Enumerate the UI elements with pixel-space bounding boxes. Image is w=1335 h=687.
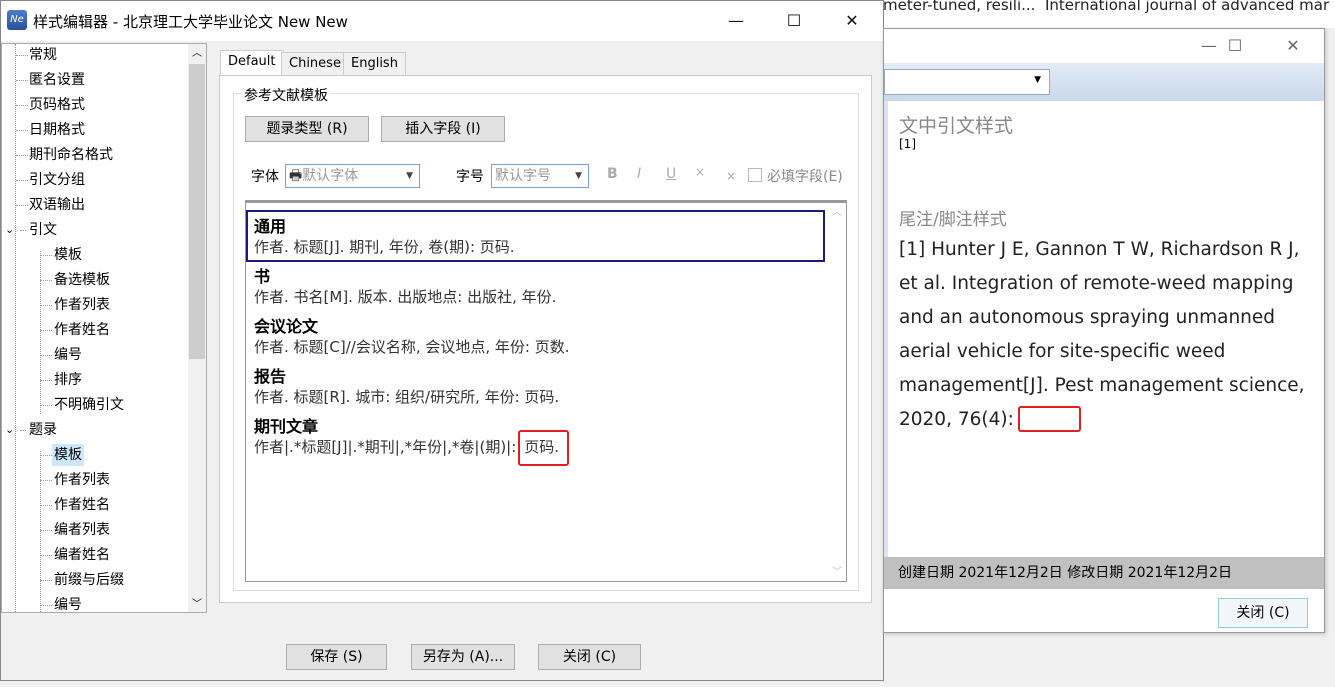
close-window-button[interactable]: ✕ <box>1264 29 1322 63</box>
font-value: 默认字体 <box>302 168 359 184</box>
tree-item[interactable]: 引文 <box>27 219 59 241</box>
window-title: 样式编辑器 - 北京理工大学毕业论文 New New <box>33 13 348 31</box>
save-button[interactable]: 保存 (S) <box>286 644 387 670</box>
settings-tree: ︿ ﹀ 常规 匿名设置 页码格式 日期格式 期刊命名格式 引文分组 双语输出 ⌄ 引文 模板 备选模板作… <box>1 43 207 613</box>
tab-chinese[interactable]: Chinese <box>281 52 349 76</box>
background-text: International journal of advanced mar <box>1045 0 1330 14</box>
tree-item[interactable]: 期刊命名格式 <box>27 144 115 166</box>
template-fields: 作者. 标题[J]. 期刊, 年份, 卷(期): 页码. <box>254 238 515 256</box>
font-label: 字体 <box>251 169 279 185</box>
chevron-down-icon[interactable]: ⌄ <box>5 419 14 441</box>
required-field-label: 必填字段(E) <box>767 169 843 185</box>
size-select[interactable]: 默认字号 ▼ <box>491 164 589 188</box>
template-editor[interactable]: ︿ ﹀ 通用 作者. 标题[J]. 期刊, 年份, 卷(期): 页码. 书作者. 书名… <box>245 200 847 582</box>
close-window-button[interactable]: ✕ <box>823 1 881 41</box>
tree-item[interactable]: 日期格式 <box>27 119 87 141</box>
footnote-sample: [1] Hunter J E, Gannon T W, Richardson R… <box>899 239 1305 430</box>
preview-content: 文中引文样式 [1] 尾注/脚注样式 [1] Hunter J E, Ganno… <box>884 101 1324 557</box>
preview-window: — ☐ ✕ ▼ 文中引文样式 [1] 尾注/脚注样式 [1] Hunter J … <box>883 28 1325 633</box>
preview-toolbar: ▼ <box>884 63 1324 101</box>
tree-item[interactable]: 作者列表 <box>52 469 112 491</box>
tree-item[interactable]: 题录 <box>27 419 59 441</box>
tree-item[interactable]: 模板 <box>52 444 84 466</box>
chevron-down-icon: ﹀ <box>192 599 202 610</box>
bold-button[interactable]: B <box>607 166 618 182</box>
template-text[interactable]: 作者|.*标题[J]|.*期刊|,*年份|,*卷|(期)|: 页码. <box>254 430 570 466</box>
template-type: 通用 <box>254 217 287 236</box>
tree-item[interactable]: 引文分组 <box>27 169 87 191</box>
chevron-down-icon: ﹀ <box>832 567 842 578</box>
tree-item[interactable]: 备选模板 <box>52 269 112 291</box>
template-fields: 作者. 标题[C]//会议名称, 会议地点, 年份: 页数. <box>254 338 570 356</box>
highlighted-field: 页码. <box>518 430 570 466</box>
subscript-button[interactable]: × <box>726 169 736 183</box>
tree-item[interactable]: 不明确引文 <box>52 394 126 416</box>
chevron-up-icon: ︿ <box>832 207 842 218</box>
background-window-strip: meter-tuned, resili... International jou… <box>883 0 1335 28</box>
tree-scrollbar[interactable]: ︿ ﹀ <box>188 44 206 612</box>
footnote-heading: 尾注/脚注样式 <box>899 210 1007 230</box>
tree-item[interactable]: 前缀与后缀 <box>52 569 126 591</box>
tree-item[interactable]: 编号 <box>52 344 84 366</box>
intext-heading: 文中引文样式 <box>899 115 1014 137</box>
template-text[interactable]: 作者. 标题[R]. 城市: 组织/研究所, 年份: 页码. <box>254 386 559 407</box>
chevron-down-icon[interactable]: ⌄ <box>5 219 14 241</box>
template-text[interactable]: 作者. 标题[J]. 期刊, 年份, 卷(期): 页码. <box>254 236 515 257</box>
template-text[interactable]: 作者. 标题[C]//会议名称, 会议地点, 年份: 页数. <box>254 336 570 357</box>
tab-default[interactable]: Default <box>220 50 284 75</box>
tree-item[interactable]: 双语输出 <box>27 194 87 216</box>
size-value: 默认字号 <box>495 168 551 184</box>
template-type: 报告 <box>254 367 287 386</box>
background-text: meter-tuned, resili... <box>883 0 1036 14</box>
template-fields: 作者. 标题[R]. 城市: 组织/研究所, 年份: 页码. <box>254 388 560 406</box>
font-select[interactable]: 🖶默认字体 ▼ <box>285 164 420 188</box>
reference-type-button[interactable]: 题录类型 (R) <box>245 116 369 142</box>
scrollbar-thumb[interactable] <box>189 64 205 359</box>
template-type: 书 <box>254 267 271 286</box>
title-bar: Ne 样式编辑器 - 北京理工大学毕业论文 New New — ☐ ✕ <box>1 1 883 41</box>
close-button[interactable]: 关闭 (C) <box>1218 598 1308 628</box>
insert-field-button[interactable]: 插入字段 (I) <box>381 116 505 142</box>
style-select[interactable]: ▼ <box>884 69 1050 95</box>
tree-item[interactable]: 作者姓名 <box>52 494 112 516</box>
status-bar: 创建日期 2021年12月2日 修改日期 2021年12月2日 <box>884 557 1324 589</box>
highlight-box <box>1018 406 1081 432</box>
chevron-up-icon: ︿ <box>192 48 202 59</box>
tree-item[interactable]: 编号 <box>52 594 84 612</box>
editor-scrollbar[interactable]: ︿ ﹀ <box>828 203 846 580</box>
underline-button[interactable]: U <box>666 166 676 182</box>
group-label: 参考文献模板 <box>241 85 331 105</box>
tree-item[interactable]: 编者列表 <box>52 519 112 541</box>
required-field-checkbox[interactable] <box>748 168 762 182</box>
chevron-down-icon: ▼ <box>1034 75 1041 85</box>
template-text[interactable]: 作者. 书名[M]. 版本. 出版地点: 出版社, 年份. <box>254 286 556 307</box>
tree-item[interactable]: 模板 <box>52 244 84 266</box>
template-fields: 作者|.*标题[J]|.*期刊|,*年份|,*卷|(期)|: <box>254 438 517 456</box>
app-logo-icon: Ne <box>7 10 27 30</box>
template-type: 会议论文 <box>254 317 319 336</box>
close-button[interactable]: 关闭 (C) <box>538 644 641 670</box>
size-label: 字号 <box>456 169 484 185</box>
chevron-down-icon: ▼ <box>406 171 413 181</box>
intext-sample: [1] <box>899 137 916 151</box>
chevron-down-icon: ▼ <box>575 171 582 181</box>
tree-item[interactable]: 排序 <box>52 369 84 391</box>
font-icon: 🖶 <box>289 168 303 184</box>
tree-item[interactable]: 作者姓名 <box>52 319 112 341</box>
template-type: 期刊文章 <box>254 417 319 436</box>
tree-item[interactable]: 页码格式 <box>27 94 87 116</box>
maximize-button[interactable]: ☐ <box>1206 29 1264 63</box>
tree-item[interactable]: 常规 <box>27 44 59 66</box>
minimize-button[interactable]: — <box>707 1 765 41</box>
maximize-button[interactable]: ☐ <box>765 1 823 41</box>
save-as-button[interactable]: 另存为 (A)... <box>411 644 515 670</box>
style-editor-window: Ne 样式编辑器 - 北京理工大学毕业论文 New New — ☐ ✕ ︿ ﹀ 常规… <box>0 0 884 681</box>
tree-item[interactable]: 匿名设置 <box>27 69 87 91</box>
tree-item[interactable]: 编者姓名 <box>52 544 112 566</box>
italic-button[interactable]: I <box>637 166 641 182</box>
template-fields: 作者. 书名[M]. 版本. 出版地点: 出版社, 年份. <box>254 288 557 306</box>
tree-item[interactable]: 作者列表 <box>52 294 112 316</box>
tab-english[interactable]: English <box>343 52 406 76</box>
superscript-button[interactable]: × <box>695 165 705 179</box>
